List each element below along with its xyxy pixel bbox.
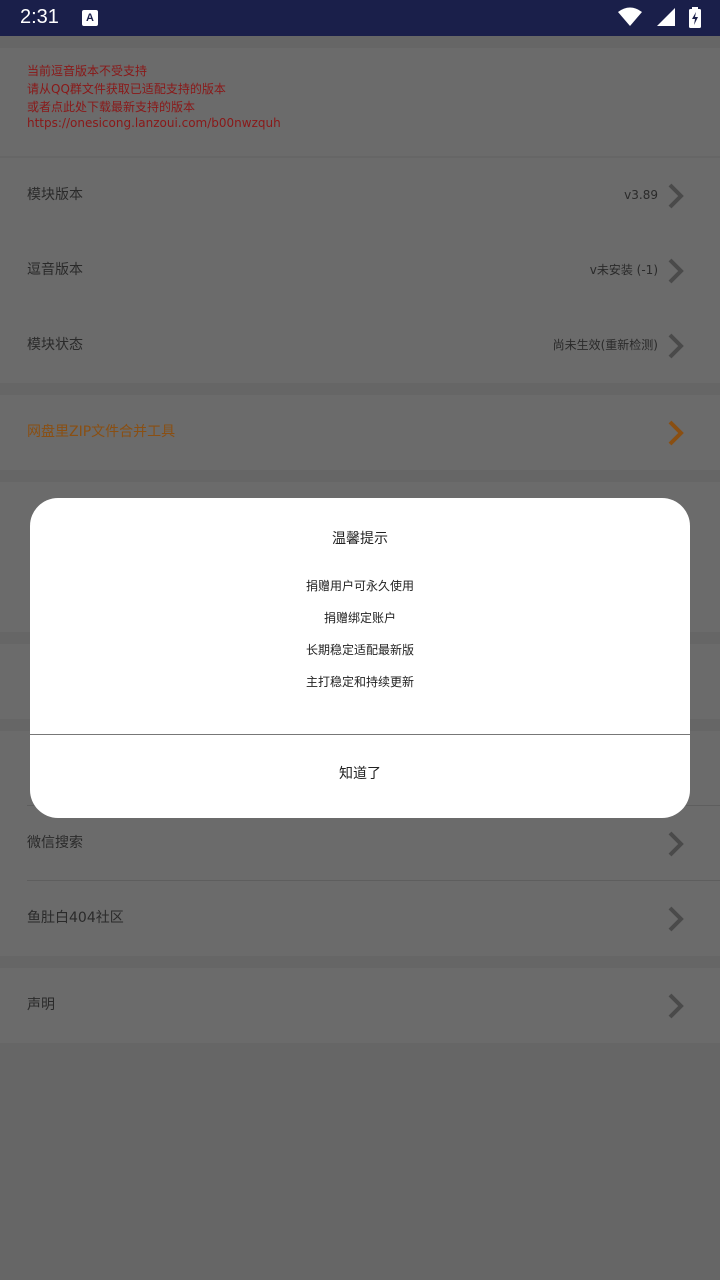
dialog-scrim[interactable]: 温馨提示 捐赠用户可永久使用 捐赠绑定账户 长期稳定适配最新版 主打稳定和持续更…: [0, 0, 720, 1280]
dialog-text-line: 长期稳定适配最新版: [305, 643, 414, 657]
ok-button[interactable]: 知道了: [30, 735, 690, 818]
dialog-text-line: 主打稳定和持续更新: [305, 675, 414, 689]
dialog-title: 温馨提示: [332, 531, 388, 547]
dialog-text-line: 捐赠用户可永久使用: [305, 579, 414, 593]
tips-dialog: 温馨提示 捐赠用户可永久使用 捐赠绑定账户 长期稳定适配最新版 主打稳定和持续更…: [30, 498, 690, 818]
dialog-text-line: 捐赠绑定账户: [323, 611, 396, 625]
